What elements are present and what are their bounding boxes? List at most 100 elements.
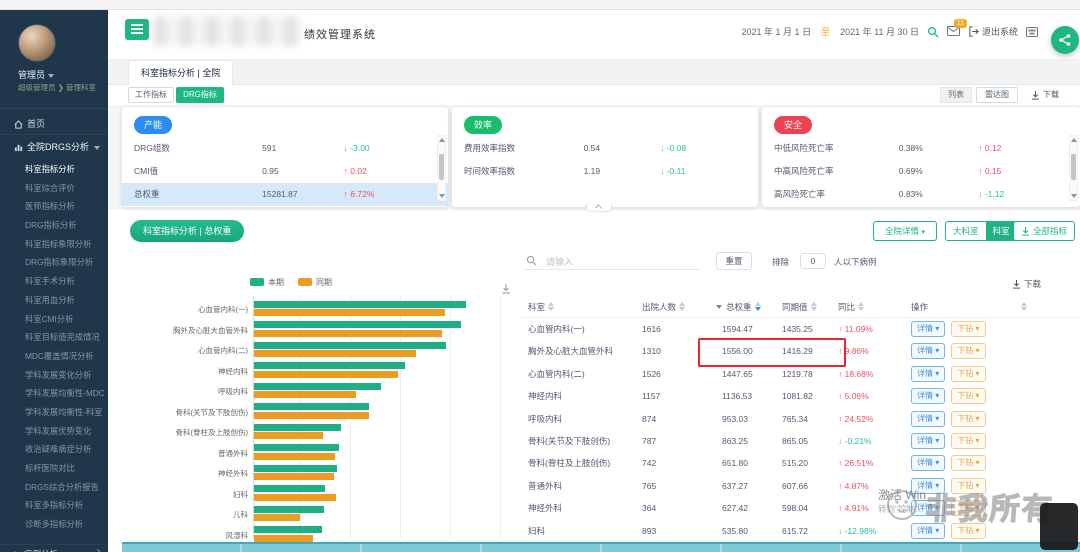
bar-current[interactable] bbox=[254, 362, 405, 369]
view-radar-button[interactable]: 雷达图 bbox=[976, 87, 1018, 103]
save-chart-icon[interactable] bbox=[501, 281, 511, 299]
tab-dept-indicator-analysis[interactable]: 科室指标分析 | 全院 bbox=[128, 60, 233, 85]
drg-indicator-tab[interactable]: DRG指标 bbox=[176, 87, 224, 103]
bar-current[interactable] bbox=[254, 403, 369, 410]
sort-icon-active[interactable] bbox=[755, 302, 761, 311]
sort-icon[interactable] bbox=[811, 302, 817, 311]
chart-category-row[interactable]: 儿科 bbox=[122, 503, 515, 524]
table-download-button[interactable]: 下载 bbox=[1012, 278, 1041, 290]
bar-previous[interactable] bbox=[254, 473, 334, 480]
bar-current[interactable] bbox=[254, 301, 466, 308]
drill-down-button[interactable]: 下钻 ▾ bbox=[951, 366, 985, 382]
search-icon[interactable] bbox=[927, 26, 939, 38]
sidebar-item[interactable]: 收治疑难病症分析 bbox=[0, 440, 108, 459]
chart-category-row[interactable]: 心血管内科(二) bbox=[122, 339, 515, 360]
sidebar-item[interactable]: 学科发展均衡性-MDC bbox=[0, 384, 108, 403]
sort-icon[interactable] bbox=[548, 302, 554, 311]
bar-current[interactable] bbox=[254, 444, 339, 451]
view-list-button[interactable]: 列表 bbox=[940, 87, 972, 103]
menu-toggle-button[interactable] bbox=[125, 19, 149, 40]
table-row[interactable]: 神经内科11571136.531081.82↑ 5.06%详情 ▾下钻 ▾ bbox=[520, 385, 1080, 407]
drill-down-button[interactable]: 下钻 ▾ bbox=[951, 321, 985, 337]
bar-current[interactable] bbox=[254, 465, 337, 472]
bar-previous[interactable] bbox=[254, 350, 416, 357]
detail-button[interactable]: 详情 ▾ bbox=[911, 411, 945, 427]
sidebar-item-case-analysis[interactable]: 病例分析 bbox=[0, 544, 108, 552]
logout-button[interactable]: 退出系统 bbox=[968, 25, 1018, 38]
reset-button[interactable]: 重置 bbox=[716, 252, 752, 270]
bar-current[interactable] bbox=[254, 485, 325, 492]
sidebar-item[interactable]: DRGS综合分析报告 bbox=[0, 478, 108, 497]
download-button[interactable]: 下载 bbox=[1022, 87, 1068, 103]
drill-down-button[interactable]: 下钻 ▾ bbox=[951, 388, 985, 404]
work-indicator-tab[interactable]: 工作指标 bbox=[128, 87, 174, 103]
sidebar-item[interactable]: 学科发展优势变化 bbox=[0, 422, 108, 441]
sort-icon[interactable] bbox=[1018, 296, 1027, 318]
col-patients[interactable]: 出院人数 bbox=[642, 296, 685, 318]
sidebar-item[interactable]: 学科发展变化分析 bbox=[0, 366, 108, 385]
chart-category-row[interactable]: 心血管内科(一) bbox=[122, 298, 515, 319]
detail-button[interactable]: 详情 ▾ bbox=[911, 321, 945, 337]
date-range-end[interactable]: 2021 年 11 月 30 日 bbox=[840, 25, 919, 38]
bar-current[interactable] bbox=[254, 526, 322, 533]
sidebar-item[interactable]: 学科发展均衡性-科室 bbox=[0, 403, 108, 422]
table-search-input[interactable]: 请输入 bbox=[524, 252, 700, 270]
card-metric-row[interactable]: 总权重15281.87↑ 6.72% bbox=[122, 183, 448, 206]
sidebar-item[interactable]: 科室指标象限分析 bbox=[0, 235, 108, 254]
chart-datazoom-slider[interactable] bbox=[122, 542, 1080, 552]
chart-category-row[interactable]: 风湿科 bbox=[122, 524, 515, 545]
chart-category-row[interactable]: 神经外科 bbox=[122, 462, 515, 483]
table-row[interactable]: 心血管内科(二)15261447.651219.78↑ 18.68%详情 ▾下钻… bbox=[520, 363, 1080, 385]
drill-down-button[interactable]: 下钻 ▾ bbox=[951, 411, 985, 427]
card-metric-row[interactable]: CMI值0.95↑ 0.02 bbox=[122, 160, 448, 183]
chart-category-row[interactable]: 胸外及心脏大血管外科 bbox=[122, 319, 515, 340]
sidebar-item[interactable]: 科室综合评价 bbox=[0, 179, 108, 198]
scroll-up-icon[interactable] bbox=[1071, 138, 1077, 142]
scroll-thumb[interactable] bbox=[1071, 154, 1076, 180]
bar-previous[interactable] bbox=[254, 330, 442, 337]
bar-previous[interactable] bbox=[254, 494, 336, 501]
card-scrollbar[interactable] bbox=[437, 135, 446, 201]
all-indicators-download-button[interactable]: 全部指标 bbox=[1013, 221, 1075, 241]
floating-dark-widget[interactable] bbox=[1040, 503, 1078, 550]
dept-weight-bar-chart[interactable]: 心血管内科(一)胸外及心脏大血管外科心血管内科(二)神经内科呼吸内科骨科(关节及… bbox=[122, 294, 515, 542]
sidebar-item[interactable]: MDC覆盖情况分析 bbox=[0, 347, 108, 366]
col-yoy[interactable]: 同比 bbox=[838, 296, 864, 318]
detail-button[interactable]: 详情 ▾ bbox=[911, 366, 945, 382]
sidebar-item[interactable]: 医师指标分析 bbox=[0, 197, 108, 216]
toggle-dept[interactable]: 科室 bbox=[986, 222, 1017, 240]
drill-down-button[interactable]: 下钻 ▾ bbox=[951, 455, 985, 471]
detail-button[interactable]: 详情 ▾ bbox=[911, 388, 945, 404]
exclude-count-input[interactable]: 0 bbox=[800, 253, 826, 269]
sort-icon[interactable] bbox=[858, 302, 864, 311]
card-metric-row[interactable]: 高风险死亡率0.83%↓ -1.12 bbox=[762, 183, 1080, 206]
sort-icon[interactable] bbox=[679, 302, 685, 311]
hospital-detail-dropdown[interactable]: 全院详情 ▾ bbox=[873, 221, 937, 241]
sidebar-item[interactable]: 诊断多指标分析 bbox=[0, 515, 108, 534]
table-row[interactable]: 呼吸内科874953.03765.34↑ 24.52%详情 ▾下钻 ▾ bbox=[520, 408, 1080, 430]
scroll-thumb[interactable] bbox=[439, 154, 444, 180]
bar-previous[interactable] bbox=[254, 535, 313, 542]
bar-previous[interactable] bbox=[254, 412, 369, 419]
settings-fab-button[interactable] bbox=[1051, 26, 1079, 54]
card-metric-row[interactable]: 时间效率指数1.19↓ -0.11 bbox=[452, 160, 758, 183]
table-row[interactable]: 心血管内科(一)16161594.471435.25↑ 11.09%详情 ▾下钻… bbox=[520, 318, 1080, 340]
sidebar-section-drgs[interactable]: 全院DRGS分析 bbox=[0, 137, 108, 157]
col-weight[interactable]: 总权重 bbox=[716, 296, 761, 318]
bar-current[interactable] bbox=[254, 506, 324, 513]
toggle-big-dept[interactable]: 大科室 bbox=[946, 222, 986, 240]
chart-category-row[interactable]: 骨科(脊柱及上肢创伤) bbox=[122, 421, 515, 442]
drill-down-button[interactable]: 下钻 ▾ bbox=[951, 343, 985, 359]
sidebar-item[interactable]: 科室CMI分析 bbox=[0, 310, 108, 329]
bar-current[interactable] bbox=[254, 321, 461, 328]
sidebar-item[interactable]: 科室用血分析 bbox=[0, 291, 108, 310]
card-scrollbar[interactable] bbox=[1069, 135, 1078, 201]
card-metric-row[interactable]: 中低风险死亡率0.38%↑ 0.12 bbox=[762, 137, 1080, 160]
sidebar-item[interactable]: DRG指标象限分析 bbox=[0, 253, 108, 272]
table-row[interactable]: 胸外及心脏大血管外科13101556.001416.29↑ 9.86%详情 ▾下… bbox=[520, 340, 1080, 362]
bar-current[interactable] bbox=[254, 342, 446, 349]
table-row[interactable]: 骨科(脊柱及上肢创伤)742651.80515.20↑ 26.51%详情 ▾下钻… bbox=[520, 452, 1080, 474]
bar-current[interactable] bbox=[254, 424, 341, 431]
bar-previous[interactable] bbox=[254, 514, 300, 521]
scroll-down-icon[interactable] bbox=[1071, 194, 1077, 198]
